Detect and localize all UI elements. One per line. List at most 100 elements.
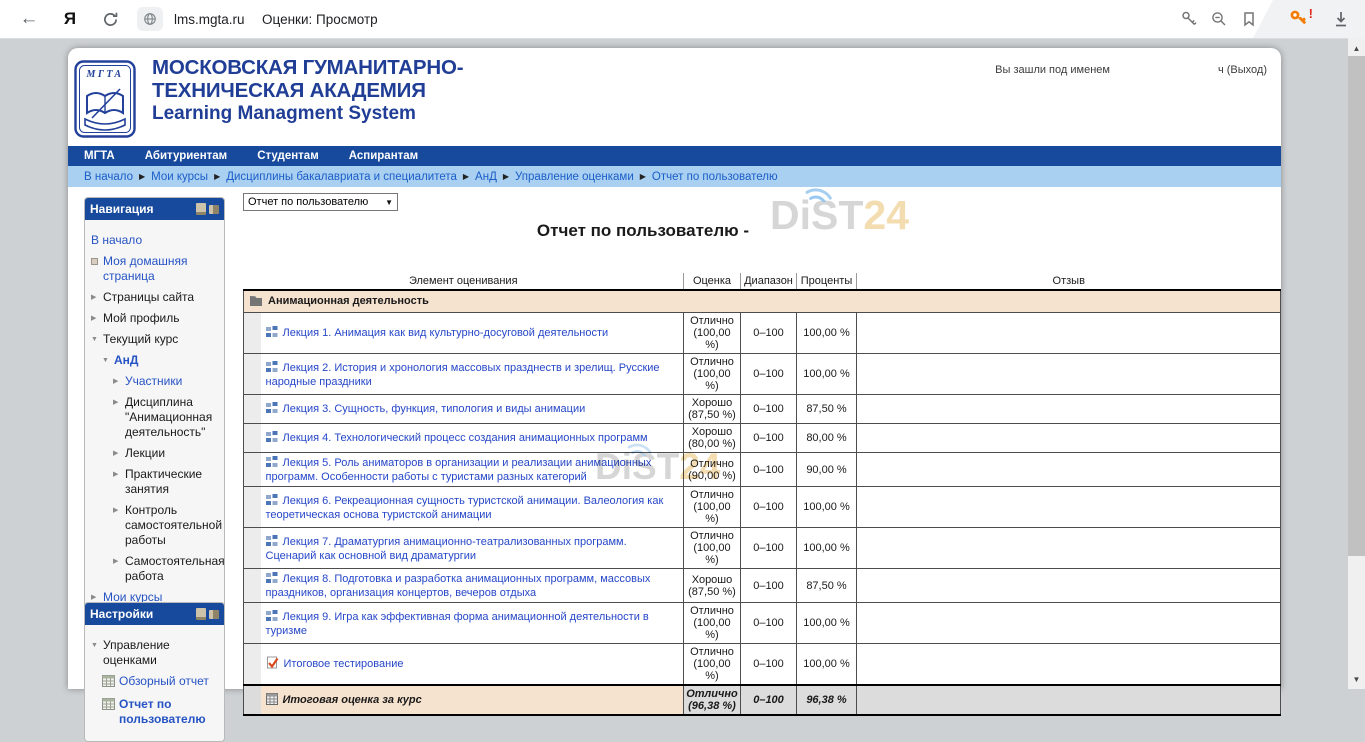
grade-row: Лекция 5. Роль аниматоров в организации … — [244, 453, 1281, 487]
collapse-icon[interactable]: ▼ — [91, 332, 103, 347]
block-dock-icon[interactable] — [209, 610, 219, 619]
expand-icon[interactable]: ▶ — [113, 554, 125, 569]
grade-item-link[interactable]: Лекция 2. История и хронология массовых … — [266, 362, 660, 388]
sidebar-item[interactable]: ▶Самостоятельная работа — [91, 554, 221, 584]
key-icon[interactable] — [1176, 0, 1202, 38]
breadcrumb-link[interactable]: Отчет по пользователю — [652, 171, 778, 183]
breadcrumb: В начало▶Мои курсы▶Дисциплины бакалавриа… — [68, 166, 1281, 187]
sidebar-item[interactable]: ▶Дисциплина "Анимационная деятельность" — [91, 395, 221, 440]
grade-row: Лекция 2. История и хронология массовых … — [244, 354, 1281, 395]
scrollbar[interactable]: ▲ ▼ — [1348, 38, 1365, 689]
grade-row: Итоговое тестированиеОтлично(100,00 %)0–… — [244, 644, 1281, 686]
grade-item-link[interactable]: Лекция 3. Сущность, функция, типология и… — [283, 403, 586, 415]
download-icon[interactable] — [1328, 0, 1354, 38]
grade-item-link[interactable]: Лекция 1. Анимация как вид культурно-дос… — [283, 327, 609, 339]
grade-row: Лекция 6. Рекреационная сущность туристс… — [244, 487, 1281, 528]
block-collapse-icon[interactable] — [196, 608, 206, 620]
expand-icon[interactable]: ▶ — [113, 374, 125, 389]
col-header-percent: Проценты — [797, 273, 857, 290]
sidebar-item-label: Дисциплина "Анимационная деятельность" — [125, 395, 221, 440]
sidebar-item[interactable]: ▶Участники — [91, 374, 221, 389]
scroll-up-icon[interactable]: ▲ — [1348, 40, 1365, 56]
address-bar-url[interactable]: lms.mgta.ru — [174, 0, 245, 38]
sidebar-item[interactable]: ▼Управление оценками — [91, 638, 221, 668]
grade-item-link[interactable]: Лекция 7. Драматургия анимационно-театра… — [266, 536, 627, 562]
range-cell: 0–100 — [741, 313, 797, 354]
navbar-item[interactable]: Абитуриентам — [145, 150, 227, 162]
navbar-item[interactable]: Студентам — [257, 150, 319, 162]
grade-item-link[interactable]: Лекция 4. Технологический процесс создан… — [283, 432, 648, 444]
grade-pct: (100,00 %) — [686, 501, 738, 525]
grade-item-link[interactable]: Итоговое тестирование — [284, 658, 404, 670]
sidebar-item[interactable]: ▶Страницы сайта — [91, 290, 221, 305]
grade-cell: Отлично(100,00 %) — [684, 644, 741, 686]
range-cell: 0–100 — [741, 569, 797, 603]
collapse-icon[interactable]: ▼ — [102, 353, 114, 368]
address-bar-page-title[interactable]: Оценки: Просмотр — [262, 0, 378, 38]
refresh-icon[interactable] — [98, 0, 122, 38]
feedback-cell — [857, 354, 1281, 395]
grade-item-link[interactable]: Лекция 6. Рекреационная сущность туристс… — [266, 495, 664, 521]
sidebar-item[interactable]: ▶Лекции — [91, 446, 221, 461]
navbar-item[interactable]: Аспирантам — [349, 150, 418, 162]
expand-icon[interactable]: ▶ — [113, 395, 125, 410]
breadcrumb-link[interactable]: Дисциплины бакалавриата и специалитета — [226, 171, 457, 183]
expand-icon[interactable]: ▶ — [91, 311, 103, 326]
report-type-select[interactable]: Отчет по пользователю ▼ — [243, 193, 398, 211]
breadcrumb-link[interactable]: В начало — [84, 171, 133, 183]
collapse-icon[interactable]: ▼ — [91, 638, 103, 653]
block-collapse-icon[interactable] — [196, 203, 206, 215]
sidebar-item[interactable]: Моя домашняя страница — [91, 254, 221, 284]
grade-word: Отлично — [686, 356, 738, 368]
sidebar-item[interactable]: ▼Текущий курс — [91, 332, 221, 347]
navigation-block-title: Навигация — [90, 202, 193, 216]
expand-icon[interactable]: ▶ — [91, 290, 103, 305]
grade-pct: (100,00 %) — [686, 542, 738, 566]
feedback-cell — [857, 487, 1281, 528]
grade-pct: (90,00 %) — [686, 470, 738, 482]
scrollbar-thumb[interactable] — [1348, 56, 1365, 556]
navbar-item[interactable]: МГТА — [84, 150, 115, 162]
expand-icon[interactable]: ▶ — [113, 503, 125, 518]
sidebar-item[interactable]: ▼АнД — [91, 353, 221, 368]
back-icon[interactable]: ← — [16, 0, 42, 38]
grade-item-link[interactable]: Лекция 9. Игра как эффективная форма ани… — [266, 611, 649, 637]
feedback-cell — [857, 424, 1281, 453]
sidebar-item[interactable]: ▶Контроль самостоятельной работы — [91, 503, 221, 548]
breadcrumb-link[interactable]: Управление оценками — [515, 171, 634, 183]
scroll-down-icon[interactable]: ▼ — [1348, 671, 1365, 687]
grade-item-link[interactable]: Лекция 5. Роль аниматоров в организации … — [266, 457, 652, 483]
grade-pct: (100,00 %) — [686, 368, 738, 392]
grade-word: Отлично — [686, 315, 738, 327]
block-dock-icon[interactable] — [209, 205, 219, 214]
sidebar-item[interactable]: В начало — [91, 233, 221, 248]
expand-icon[interactable]: ▶ — [113, 446, 125, 461]
indent-cell — [244, 685, 261, 715]
expand-icon[interactable]: ▶ — [113, 467, 125, 482]
grade-item-link[interactable]: Лекция 8. Подготовка и разработка анимац… — [266, 573, 651, 599]
grade-pct: (87,50 %) — [686, 586, 738, 598]
search-zoom-icon[interactable] — [1206, 0, 1232, 38]
logout-link[interactable]: (Выход) — [1227, 64, 1267, 76]
range-cell: 0–100 — [741, 424, 797, 453]
sidebar-item[interactable]: Отчет по пользователю — [91, 697, 221, 727]
breadcrumb-link[interactable]: Мои курсы — [151, 171, 208, 183]
grade-pct: (80,00 %) — [686, 438, 738, 450]
breadcrumb-link[interactable]: АнД — [475, 171, 497, 183]
sidebar-item[interactable]: Обзорный отчет — [91, 674, 221, 691]
sidebar-item[interactable]: ▶Практические занятия — [91, 467, 221, 497]
grade-word: Отлично — [686, 489, 738, 501]
alert-exclamation: ! — [1309, 6, 1313, 21]
sidebar-item-label: Моя домашняя страница — [103, 254, 221, 284]
grade-word: Хорошо — [686, 426, 738, 438]
yandex-logo-icon[interactable]: Я — [58, 0, 82, 38]
sidebar-item[interactable]: ▶Мой профиль — [91, 311, 221, 326]
password-alert-icon[interactable]: ! — [1284, 0, 1314, 38]
percent-cell: 100,00 % — [797, 528, 857, 569]
site-identity-button[interactable] — [136, 0, 164, 38]
col-header-item: Элемент оценивания — [244, 273, 684, 290]
grade-cell: Отлично(100,00 %) — [684, 603, 741, 644]
sidebar-item-label: Мой профиль — [103, 311, 221, 326]
percent-cell: 100,00 % — [797, 603, 857, 644]
bookmark-icon[interactable] — [1236, 0, 1262, 38]
